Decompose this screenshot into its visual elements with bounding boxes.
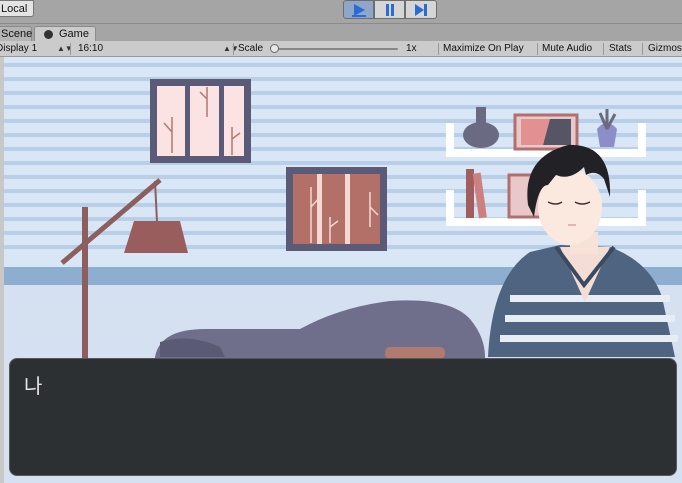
divider <box>233 43 234 55</box>
divider <box>642 43 643 55</box>
game-icon <box>44 30 53 39</box>
window-frame-right <box>286 167 387 251</box>
speaker-name: 나 <box>24 374 43 398</box>
game-toolbar: Display 1 ▲▼ 16:10 ▲▼ Scale 1x Maximize … <box>0 41 682 57</box>
local-label: Local <box>1 3 28 15</box>
view-tabs: Scene Game <box>0 24 682 41</box>
top-toolbar: Local <box>0 0 682 24</box>
pause-button[interactable] <box>374 0 405 19</box>
tab-game[interactable]: Game <box>34 26 96 41</box>
maximize-on-play-toggle[interactable]: Maximize On Play <box>443 41 524 56</box>
play-button[interactable] <box>343 0 374 19</box>
display-dropdown[interactable]: Display 1 ▲▼ <box>0 41 73 56</box>
dropdown-arrow-icon: ▲▼ <box>223 44 239 53</box>
divider <box>537 43 538 55</box>
tab-scene-label: Scene <box>1 28 33 40</box>
step-button[interactable] <box>405 0 437 19</box>
play-icon <box>351 3 366 17</box>
aspect-dropdown[interactable]: 16:10 ▲▼ <box>78 41 239 56</box>
scale-value: 1x <box>406 43 417 54</box>
mute-audio-toggle[interactable]: Mute Audio <box>542 41 592 56</box>
divider <box>70 43 71 55</box>
stats-toggle[interactable]: Stats <box>609 41 632 56</box>
scale-label: Scale <box>238 43 264 54</box>
divider <box>438 43 439 55</box>
dialogue-box[interactable] <box>9 358 677 476</box>
tab-scene[interactable]: Scene <box>0 26 32 41</box>
pause-icon <box>385 3 394 16</box>
scale-slider-thumb[interactable] <box>270 44 279 53</box>
divider <box>603 43 604 55</box>
tab-game-label: Game <box>59 28 89 40</box>
local-button[interactable]: Local <box>0 0 34 17</box>
aspect-value: 16:10 <box>78 43 104 54</box>
step-icon <box>415 3 427 16</box>
display-value: Display 1 <box>0 43 38 54</box>
gizmos-dropdown[interactable]: Gizmos <box>648 41 682 56</box>
window-frame-left <box>150 79 251 163</box>
scale-slider-track[interactable] <box>276 48 398 50</box>
